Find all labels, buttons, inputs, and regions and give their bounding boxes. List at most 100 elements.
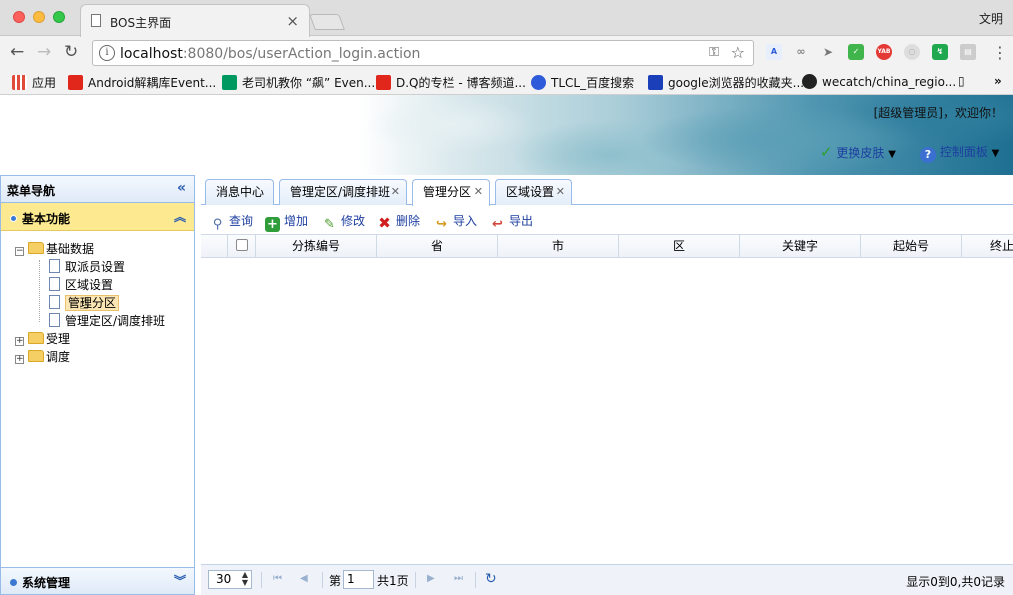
export-arrow-icon: ↩ <box>492 217 503 232</box>
extension-yab-icon[interactable]: YAB <box>876 44 892 60</box>
close-tab-icon[interactable]: ✕ <box>556 180 565 204</box>
close-tab-icon[interactable]: × <box>286 12 299 30</box>
menu-panel-title: 菜单导航 <box>7 184 56 198</box>
tab-manage-fixed-area[interactable]: 管理定区/调度排班 ✕ <box>279 179 407 205</box>
extension-circle-icon[interactable]: ◌ <box>904 44 920 60</box>
control-panel-button[interactable]: ? 控制面板 ▼ <box>920 143 999 163</box>
close-tab-icon[interactable]: ✕ <box>391 180 400 204</box>
maximize-window-button[interactable] <box>53 11 65 23</box>
next-page-icon[interactable]: ▶ <box>427 573 435 584</box>
bookmark-label: google浏览器的收藏夹... <box>668 76 805 90</box>
delete-button[interactable]: ✖ 删除 <box>377 212 420 231</box>
expand-node-icon[interactable]: + <box>15 337 24 346</box>
column-header-district[interactable]: 区 <box>619 235 740 257</box>
profile-name[interactable]: 文明 <box>979 10 1003 27</box>
tree-node-acceptance[interactable]: + 受理 <box>15 330 70 348</box>
grid-body <box>201 259 1013 563</box>
back-icon[interactable]: ← <box>10 42 24 62</box>
import-button[interactable]: ↪ 导入 <box>434 212 477 232</box>
url-host: localhost <box>120 46 183 62</box>
tab-message-center[interactable]: 消息中心 <box>205 179 274 205</box>
bookmark-github-china-region[interactable]: wecatch/china_regio... <box>802 74 956 89</box>
query-button[interactable]: ⚲ 查询 <box>210 212 253 232</box>
chevron-up-icon[interactable]: ︽ <box>174 208 186 225</box>
tree-node-dispatch[interactable]: + 调度 <box>15 348 70 366</box>
extension-guard-icon[interactable]: ↯ <box>932 44 948 60</box>
more-bookmarks-icon[interactable]: » <box>994 74 1002 88</box>
site-icon <box>648 75 663 90</box>
bookmark-star-icon[interactable]: ☆ <box>731 43 745 62</box>
column-header-start-number[interactable]: 起始号 <box>861 235 962 257</box>
select-all-checkbox-cell[interactable] <box>228 235 256 257</box>
select-all-checkbox[interactable] <box>235 239 248 251</box>
bookmark-label: D.Q的专栏 - 博客频道... <box>396 76 526 90</box>
bookmark-doc-icon[interactable]: ▯ <box>958 74 965 88</box>
bookmark-segmentfault[interactable]: 老司机教你 “飙” Even... <box>222 74 375 91</box>
collapse-node-icon[interactable]: − <box>15 247 24 256</box>
accordion-basic-functions[interactable]: 基本功能 ︽ <box>1 203 194 231</box>
page-number-input[interactable]: 1 <box>343 570 374 589</box>
row-number-column <box>201 235 228 257</box>
tree-node-basic-data[interactable]: − 基础数据 <box>15 240 94 258</box>
page-size-value: 30 <box>216 572 232 586</box>
tab-region-settings[interactable]: 区域设置 ✕ <box>495 179 572 205</box>
extension-cursor-icon[interactable]: ➤ <box>820 44 836 60</box>
chevron-down-icon[interactable]: ︾ <box>174 572 186 589</box>
extension-panel-icon[interactable]: ▤ <box>960 44 976 60</box>
welcome-text: [超级管理员]，欢迎你！ <box>873 106 1003 120</box>
menu-icon[interactable]: ⋮ <box>992 43 1008 62</box>
spinner-icon: ▲ ▼ <box>241 570 248 587</box>
pagination-info: 显示0到0,共0记录 <box>906 575 1005 589</box>
browser-tab[interactable]: BOS主界面 × <box>80 4 310 37</box>
address-bar[interactable]: i localhost:8080/bos/userAction_login.ac… <box>92 40 754 66</box>
column-header-city[interactable]: 市 <box>498 235 619 257</box>
apps-grid-icon <box>12 75 27 90</box>
minimize-window-button[interactable] <box>33 11 45 23</box>
pencil-icon: ✎ <box>324 217 335 232</box>
bookmark-dq-blog[interactable]: D.Q的专栏 - 博客频道... <box>376 74 526 91</box>
page-size-select[interactable]: 30 ▲ ▼ <box>208 570 252 589</box>
change-skin-button[interactable]: ✓ 更换皮肤 ▼ <box>820 143 896 161</box>
tree-node-region-settings[interactable]: 区域设置 <box>49 276 113 294</box>
tree-node-courier-settings[interactable]: 取派员设置 <box>49 258 125 276</box>
csdn-icon <box>376 75 391 90</box>
tab-manage-subarea[interactable]: 管理分区 ✕ <box>412 179 490 206</box>
tree-node-label: 管理定区/调度排班 <box>65 314 166 328</box>
export-button[interactable]: ↩ 导出 <box>490 212 533 232</box>
extension-shield-icon[interactable]: ✓ <box>848 44 864 60</box>
forward-icon[interactable]: → <box>37 42 51 62</box>
menu-panel-header: 菜单导航 « <box>1 176 194 203</box>
info-icon[interactable]: i <box>99 45 115 61</box>
column-header-end-number[interactable]: 终止 <box>962 235 1013 257</box>
column-header-keyword[interactable]: 关键字 <box>740 235 861 257</box>
new-tab-button[interactable] <box>309 14 345 30</box>
key-icon[interactable]: ⚿ <box>709 45 719 60</box>
expand-node-icon[interactable]: + <box>15 355 24 364</box>
bookmark-android-eventbus[interactable]: Android解耦库Event... <box>68 74 216 91</box>
close-tab-icon[interactable]: ✕ <box>474 180 483 204</box>
column-header-sort-code[interactable]: 分拣编号 <box>256 235 377 257</box>
close-window-button[interactable] <box>13 11 25 23</box>
reload-icon[interactable]: ↻ <box>64 42 78 62</box>
extension-link-icon[interactable]: ∞ <box>793 44 809 60</box>
bookmark-google-favorites[interactable]: google浏览器的收藏夹... <box>648 74 804 91</box>
collapse-panel-icon[interactable]: « <box>177 180 186 196</box>
bookmark-label: TLCL_百度搜索 <box>551 76 635 90</box>
search-icon: ⚲ <box>212 217 223 232</box>
column-header-province[interactable]: 省 <box>377 235 498 257</box>
first-page-icon[interactable]: ⏮ <box>273 573 282 584</box>
edit-label: 修改 <box>341 214 366 228</box>
page-label: 第 <box>329 574 342 588</box>
tree-node-manage-fixed-area[interactable]: 管理定区/调度排班 <box>49 312 165 330</box>
baidu-paw-icon <box>531 75 546 90</box>
file-icon <box>49 295 60 309</box>
bookmark-apps[interactable]: 应用 <box>12 74 56 91</box>
extension-translate-icon[interactable]: A <box>766 44 782 60</box>
edit-button[interactable]: ✎ 修改 <box>322 212 365 232</box>
bookmark-tlcl-baidu[interactable]: TLCL_百度搜索 <box>531 74 634 91</box>
accordion-system-management[interactable]: 系统管理 ︾ <box>1 567 194 594</box>
last-page-icon[interactable]: ⏭ <box>454 573 463 584</box>
prev-page-icon[interactable]: ◀ <box>300 573 308 584</box>
refresh-icon[interactable]: ↻ <box>485 571 497 587</box>
add-button[interactable]: + 增加 <box>265 212 308 232</box>
